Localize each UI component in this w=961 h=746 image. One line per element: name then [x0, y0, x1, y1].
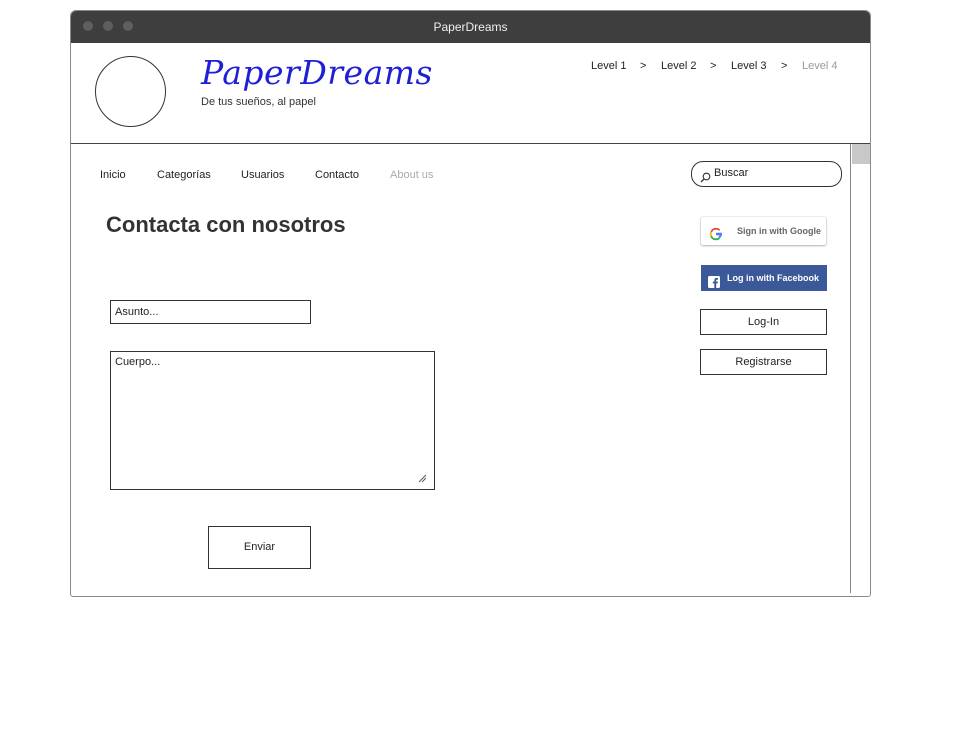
facebook-login-button[interactable]: Log in with Facebook	[701, 265, 827, 291]
login-button[interactable]: Log-In	[700, 309, 827, 335]
nav-item-categorias[interactable]: Categorías	[157, 169, 211, 181]
register-button[interactable]: Registrarse	[700, 349, 827, 375]
breadcrumb-level-3[interactable]: Level 3	[731, 60, 766, 72]
breadcrumb-separator: >	[781, 60, 788, 72]
facebook-icon	[708, 272, 720, 298]
search-box[interactable]	[691, 161, 842, 187]
nav-item-contacto[interactable]: Contacto	[315, 169, 359, 181]
logo-placeholder[interactable]	[95, 56, 166, 127]
nav-item-usuarios[interactable]: Usuarios	[241, 169, 284, 181]
google-icon	[709, 224, 723, 252]
breadcrumb-separator: >	[710, 60, 717, 72]
google-sign-in-label: Sign in with Google	[737, 226, 821, 236]
nav-item-inicio[interactable]: Inicio	[100, 169, 126, 181]
breadcrumb-separator: >	[640, 60, 647, 72]
maximize-window-dot[interactable]	[123, 21, 133, 31]
close-window-dot[interactable]	[83, 21, 93, 31]
minimize-window-dot[interactable]	[103, 21, 113, 31]
site-header: PaperDreams De tus sueños, al papel Leve…	[71, 43, 870, 144]
facebook-login-label: Log in with Facebook	[727, 273, 819, 283]
window-title: PaperDreams	[433, 20, 508, 34]
brand-name[interactable]: PaperDreams	[201, 53, 433, 92]
send-button[interactable]: Enviar	[208, 526, 311, 569]
vertical-scrollbar[interactable]	[850, 144, 870, 593]
browser-window: PaperDreams PaperDreams De tus sueños, a…	[70, 10, 871, 597]
subject-input[interactable]	[110, 300, 311, 324]
resize-grip-icon[interactable]	[417, 473, 427, 483]
title-bar: PaperDreams	[71, 11, 870, 43]
breadcrumb-level-1[interactable]: Level 1	[591, 60, 626, 72]
tagline: De tus sueños, al papel	[201, 96, 316, 108]
google-sign-in-button[interactable]: Sign in with Google	[701, 217, 826, 245]
search-input[interactable]	[714, 165, 832, 181]
breadcrumb-level-2[interactable]: Level 2	[661, 60, 696, 72]
message-body-textarea[interactable]	[110, 351, 435, 490]
page-title: Contacta con nosotros	[106, 212, 346, 237]
nav-item-about-us: About us	[390, 169, 434, 181]
search-icon	[700, 168, 711, 192]
scrollbar-thumb[interactable]	[852, 144, 870, 164]
breadcrumb-level-4: Level 4	[802, 60, 838, 72]
